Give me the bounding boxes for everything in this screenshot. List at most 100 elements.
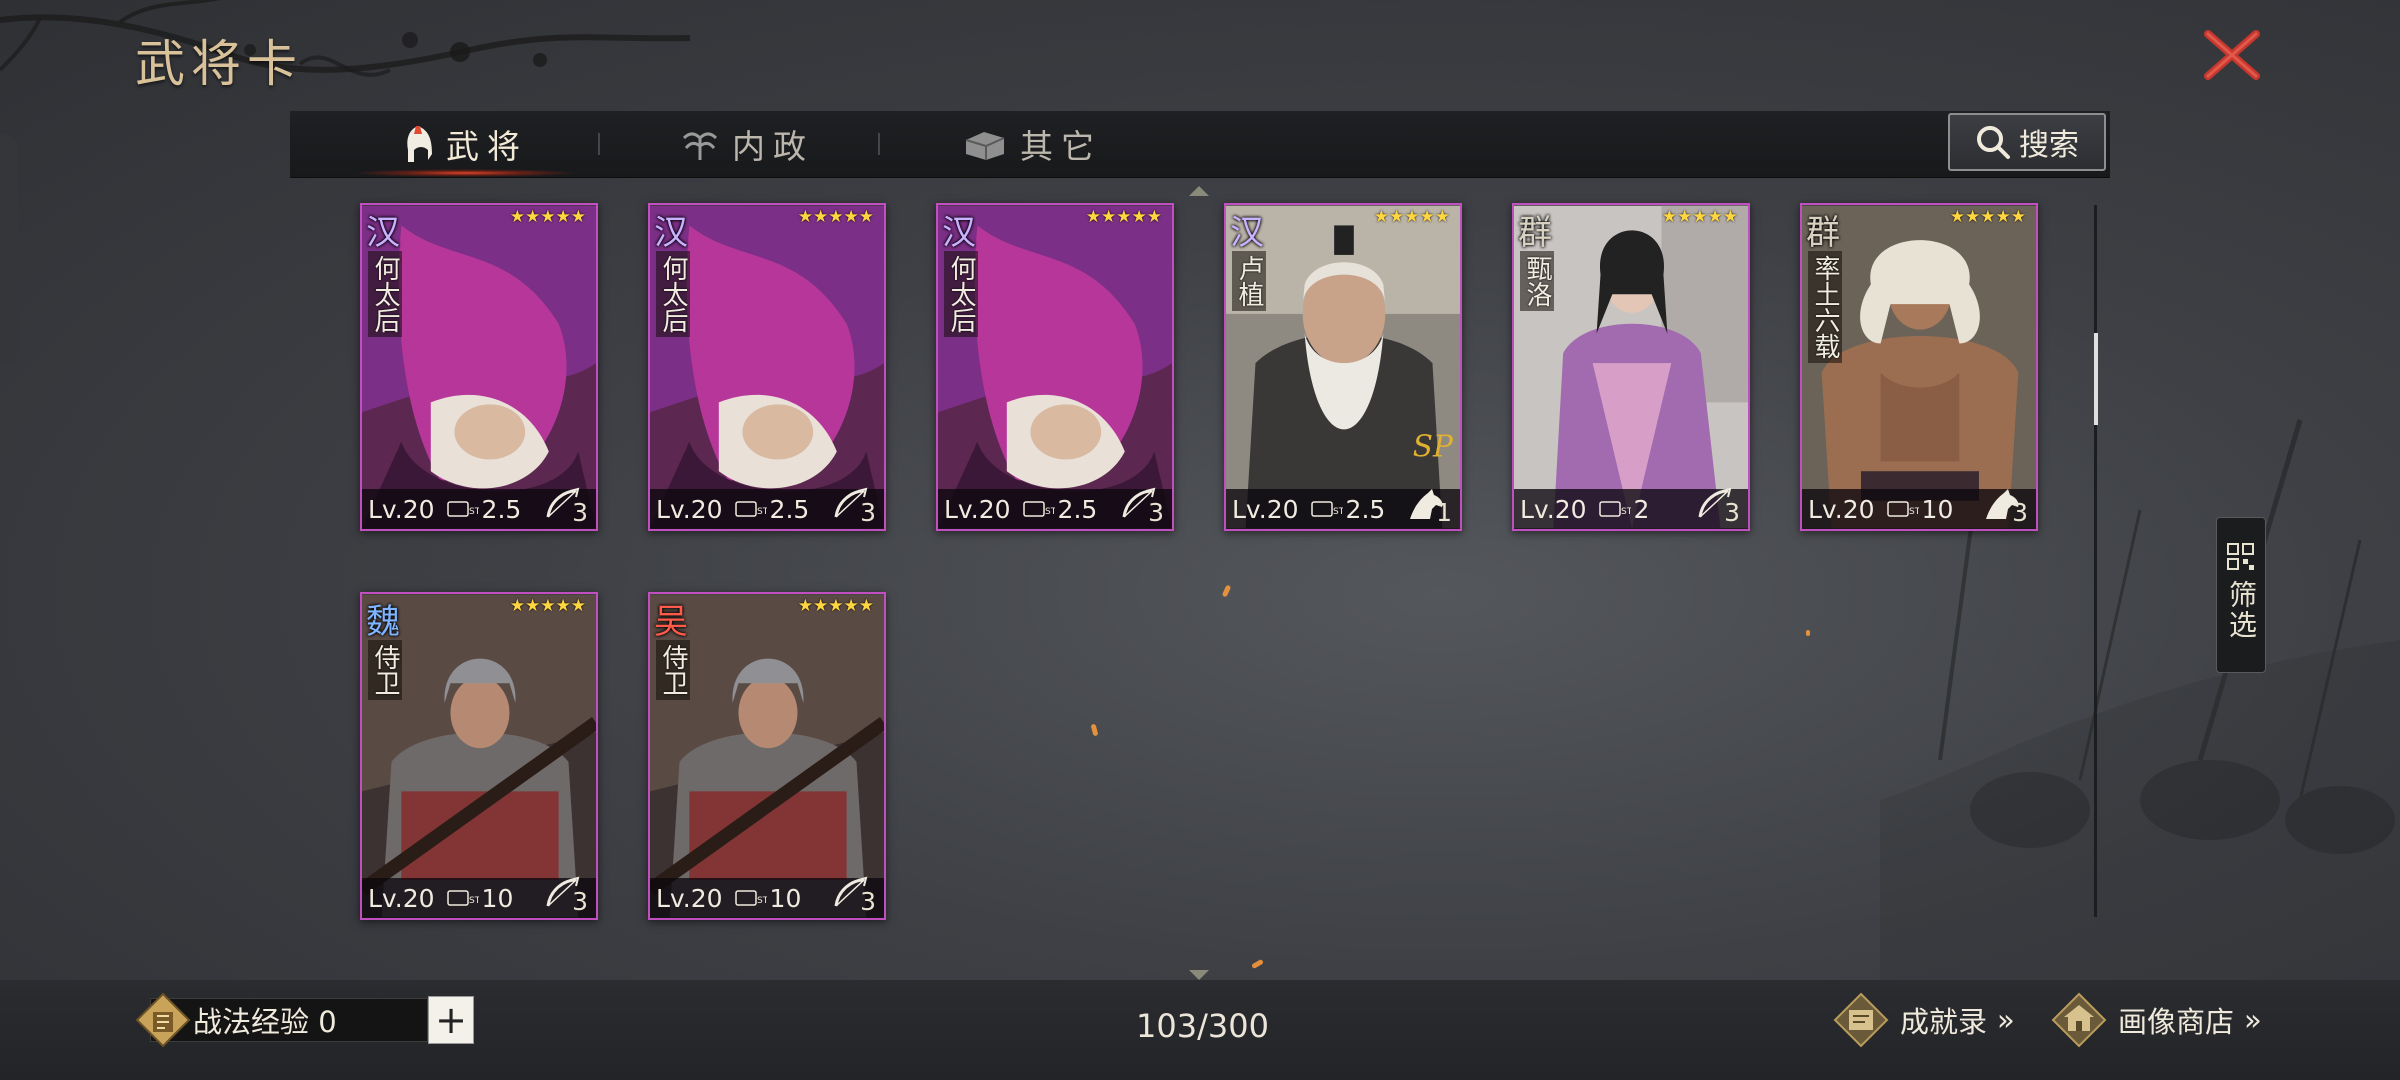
pavilion-shop-icon <box>2051 992 2107 1048</box>
general-card[interactable]: 群 ★★★★★ 甄洛 Lv.20 ST2 3 <box>1512 203 1750 531</box>
svg-text:ST: ST <box>1333 507 1343 517</box>
star-rating: ★★★★★ <box>509 207 586 227</box>
cost-value: 2.5 <box>1057 494 1098 524</box>
level-label: Lv.20 <box>1232 494 1299 524</box>
general-name: 何太后 <box>368 251 402 337</box>
troop-count: 3 <box>860 887 876 916</box>
cost-icon: ST <box>1022 501 1055 517</box>
svg-text:ST: ST <box>1621 507 1631 517</box>
add-exp-button[interactable]: + <box>428 996 474 1044</box>
cost-value: 2 <box>1633 494 1650 524</box>
tab-divider <box>878 133 880 155</box>
troop-count: 3 <box>572 887 588 916</box>
level-label: Lv.20 <box>656 494 723 524</box>
tab-other[interactable]: 其它 <box>962 111 1102 177</box>
cost-icon: ST <box>734 890 767 906</box>
general-name: 率土六载 <box>1808 251 1842 363</box>
tactic-exp-field: 战法经验 0 <box>150 998 428 1042</box>
svg-text:ST: ST <box>1045 507 1055 517</box>
cost-icon: ST <box>1598 501 1631 517</box>
svg-text:ST: ST <box>757 896 767 906</box>
cost-value: 2.5 <box>481 494 522 524</box>
close-icon[interactable] <box>2200 28 2264 82</box>
general-card[interactable]: 吴 ★★★★★ 侍卫 Lv.20 ST10 3 <box>648 592 886 920</box>
cost-icon: ST <box>1310 501 1343 517</box>
achievements-link[interactable]: 成就录 » <box>1832 992 2015 1048</box>
scrollbar-track[interactable] <box>2094 205 2097 917</box>
general-card[interactable]: 汉 ★★★★★ 何太后 Lv.20 ST2.5 3 <box>648 203 886 531</box>
sp-badge: SP <box>1413 429 1454 463</box>
faction-label: 汉 <box>366 213 400 253</box>
portrait-shop-link[interactable]: 画像商店 » <box>2050 992 2262 1048</box>
troop-count: 3 <box>1724 498 1740 527</box>
star-rating: ★★★★★ <box>1661 207 1738 227</box>
cost-value: 10 <box>769 883 802 913</box>
faction-label: 汉 <box>1230 213 1264 253</box>
faction-label: 吴 <box>654 602 688 642</box>
grid-icon <box>2227 543 2254 570</box>
portrait-shop-label: 画像商店 <box>2118 1005 2235 1039</box>
tab-divider <box>598 133 600 155</box>
level-label: Lv.20 <box>368 494 435 524</box>
general-card[interactable]: SP 汉 ★★★★★ 卢植 Lv.20 ST2.5 1 <box>1224 203 1462 531</box>
tab-domestic[interactable]: 内政 <box>680 111 814 177</box>
general-card[interactable]: 群 ★★★★★ 率土六载 Lv.20 ST10 3 <box>1800 203 2038 531</box>
tactic-exp-label: 战法经验 0 <box>193 1005 337 1039</box>
svg-text:ST: ST <box>469 507 479 517</box>
troop-count: 1 <box>1436 498 1452 527</box>
search-button[interactable]: 搜索 <box>1948 113 2106 171</box>
cost-value: 2.5 <box>1345 494 1386 524</box>
tab-generals[interactable]: 武将 <box>352 111 578 177</box>
page-title: 武将卡 <box>135 35 303 93</box>
level-label: Lv.20 <box>368 883 435 913</box>
tactic-exp-icon <box>135 992 191 1048</box>
general-name: 侍卫 <box>368 640 402 700</box>
star-rating: ★★★★★ <box>797 596 874 616</box>
ember-decoration <box>1221 584 1232 598</box>
cost-value: 2.5 <box>769 494 810 524</box>
tab-label: 内政 <box>732 127 814 166</box>
star-rating: ★★★★★ <box>1373 207 1450 227</box>
tab-bar: 武将 内政 其它 <box>290 111 2110 178</box>
scrollbar-thumb[interactable] <box>2094 333 2098 425</box>
cost-value: 10 <box>1921 494 1954 524</box>
level-label: Lv.20 <box>1808 494 1875 524</box>
troop-count: 3 <box>860 498 876 527</box>
troop-count: 3 <box>2012 498 2028 527</box>
achievements-label: 成就录 <box>1900 1005 1988 1039</box>
cost-icon: ST <box>1886 501 1919 517</box>
filter-label: 筛选 <box>2225 580 2258 640</box>
star-rating: ★★★★★ <box>797 207 874 227</box>
svg-text:ST: ST <box>757 507 767 517</box>
tab-label: 武将 <box>446 127 528 166</box>
faction-label: 群 <box>1806 213 1840 253</box>
filter-button[interactable]: 筛选 <box>2216 517 2266 673</box>
card-capacity-counter: 103/300 <box>1136 1007 1269 1045</box>
ember-decoration <box>1090 723 1099 737</box>
box-icon <box>965 132 1005 160</box>
general-name: 甄洛 <box>1520 251 1554 311</box>
troop-count: 3 <box>572 498 588 527</box>
level-label: Lv.20 <box>944 494 1011 524</box>
ember-decoration <box>1251 958 1264 970</box>
general-name: 何太后 <box>944 251 978 337</box>
level-label: Lv.20 <box>656 883 723 913</box>
scroll-down-indicator <box>1189 970 1209 980</box>
general-card[interactable]: 魏 ★★★★★ 侍卫 Lv.20 ST10 3 <box>360 592 598 920</box>
side-edge-tab <box>0 135 18 365</box>
faction-label: 群 <box>1518 213 1552 253</box>
star-rating: ★★★★★ <box>509 596 586 616</box>
search-icon <box>1977 126 2010 159</box>
faction-label: 魏 <box>366 602 400 642</box>
general-card[interactable]: 汉 ★★★★★ 何太后 Lv.20 ST2.5 3 <box>936 203 1174 531</box>
ember-decoration <box>1806 630 1810 636</box>
plant-icon <box>682 132 718 160</box>
star-rating: ★★★★★ <box>1949 207 2026 227</box>
general-name: 侍卫 <box>656 640 690 700</box>
general-name: 何太后 <box>656 251 690 337</box>
general-card[interactable]: 汉 ★★★★★ 何太后 Lv.20 ST2.5 3 <box>360 203 598 531</box>
troop-count: 3 <box>1148 498 1164 527</box>
achievement-book-icon <box>1833 992 1889 1048</box>
faction-label: 汉 <box>654 213 688 253</box>
svg-text:ST: ST <box>469 896 479 906</box>
